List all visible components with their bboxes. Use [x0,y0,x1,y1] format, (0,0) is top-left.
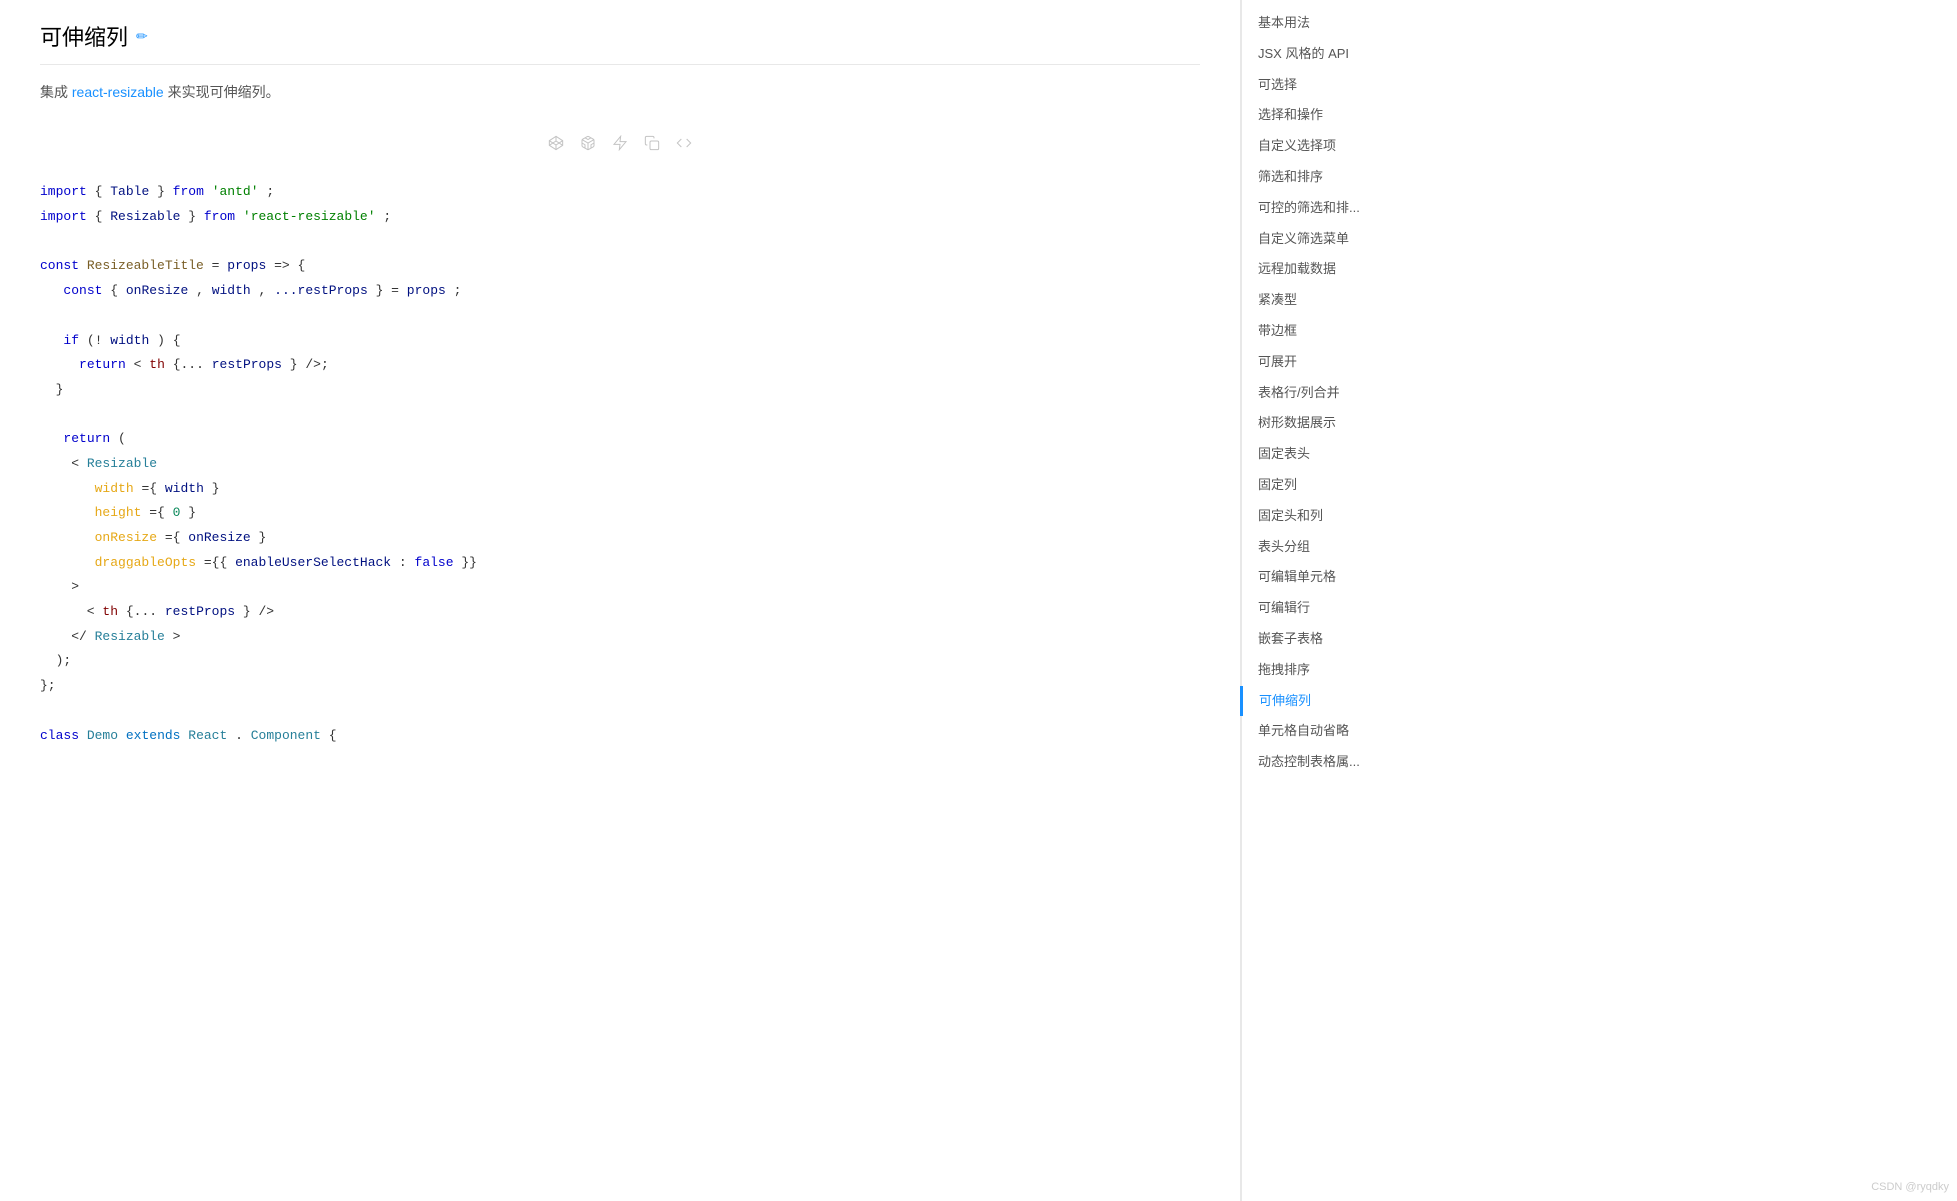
code-toolbar [40,127,1200,164]
code-line-5: if (! width ) { [40,329,1200,354]
code-line-3: const ResizeableTitle = props => { [40,254,1200,279]
copy-icon[interactable] [644,135,660,156]
footer-watermark: CSDN @ryqdky [1871,1181,1949,1193]
desc-suffix: 来实现可伸缩列。 [168,84,280,100]
code-line-15: < th {... restProps } /> [40,600,1200,625]
code-block: import { Table } from 'antd' ; import { … [40,180,1200,748]
code-line-6: return < th {... restProps } />; [40,353,1200,378]
code-line-16: </ Resizable > [40,625,1200,650]
sidebar-item[interactable]: 拖拽排序 [1242,655,1440,686]
title-row: 可伸缩列 ✏ [40,20,1200,65]
code-line-4: const { onResize , width , ...restProps … [40,279,1200,304]
description: 集成 react-resizable 来实现可伸缩列。 [40,81,1200,103]
code-line-12: onResize ={ onResize } [40,526,1200,551]
code-line-blank3 [40,403,1200,428]
sidebar-item[interactable]: 紧凑型 [1242,285,1440,316]
page-title: 可伸缩列 [40,20,128,52]
sidebar-item[interactable]: 带边框 [1242,316,1440,347]
edit-icon[interactable]: ✏ [136,28,148,45]
stackblitz-icon[interactable] [612,135,628,156]
code-line-7: } [40,378,1200,403]
code-line-14: > [40,575,1200,600]
sidebar-item[interactable]: 可编辑行 [1242,593,1440,624]
code-line-1: import { Table } from 'antd' ; [40,180,1200,205]
sidebar-item[interactable]: 动态控制表格属... [1242,747,1440,778]
sidebar-item[interactable]: 选择和操作 [1242,100,1440,131]
code-line-11: height ={ 0 } [40,501,1200,526]
code-line-blank2 [40,304,1200,329]
code-line-17: ); [40,649,1200,674]
sidebar-item[interactable]: 基本用法 [1242,8,1440,39]
sidebar-item[interactable]: 固定头和列 [1242,501,1440,532]
sidebar-item[interactable]: 可控的筛选和排... [1242,193,1440,224]
codesandbox-icon[interactable] [580,135,596,156]
sidebar-item[interactable]: 远程加载数据 [1242,254,1440,285]
desc-prefix: 集成 [40,84,68,100]
sidebar-item[interactable]: 筛选和排序 [1242,162,1440,193]
react-resizable-link[interactable]: react-resizable [72,84,164,100]
sidebar: 基本用法JSX 风格的 API可选择选择和操作自定义选择项筛选和排序可控的筛选和… [1240,0,1440,1201]
codepen-icon[interactable] [548,135,564,156]
sidebar-item[interactable]: 自定义筛选菜单 [1242,224,1440,255]
sidebar-item[interactable]: 可伸缩列 [1240,686,1440,717]
code-line-10: width ={ width } [40,477,1200,502]
code-line-blank4 [40,699,1200,724]
code-line-blank1 [40,230,1200,255]
sidebar-item[interactable]: 固定列 [1242,470,1440,501]
sidebar-item[interactable]: 可展开 [1242,347,1440,378]
code-toggle-icon[interactable] [676,135,692,156]
sidebar-item[interactable]: 固定表头 [1242,439,1440,470]
sidebar-item[interactable]: 自定义选择项 [1242,131,1440,162]
code-line-9: < Resizable [40,452,1200,477]
sidebar-item[interactable]: 可选择 [1242,70,1440,101]
code-line-8: return ( [40,427,1200,452]
code-line-18: }; [40,674,1200,699]
sidebar-item[interactable]: 可编辑单元格 [1242,562,1440,593]
code-line-2: import { Resizable } from 'react-resizab… [40,205,1200,230]
sidebar-item[interactable]: 表头分组 [1242,532,1440,563]
sidebar-item[interactable]: 表格行/列合并 [1242,378,1440,409]
code-line-13: draggableOpts ={{ enableUserSelectHack :… [40,551,1200,576]
code-line-19: class Demo extends React . Component { [40,724,1200,749]
sidebar-item[interactable]: 嵌套子表格 [1242,624,1440,655]
sidebar-item[interactable]: 树形数据展示 [1242,408,1440,439]
sidebar-item[interactable]: JSX 风格的 API [1242,39,1440,70]
main-content: 可伸缩列 ✏ 集成 react-resizable 来实现可伸缩列。 [0,0,1240,1201]
sidebar-item[interactable]: 单元格自动省略 [1242,716,1440,747]
